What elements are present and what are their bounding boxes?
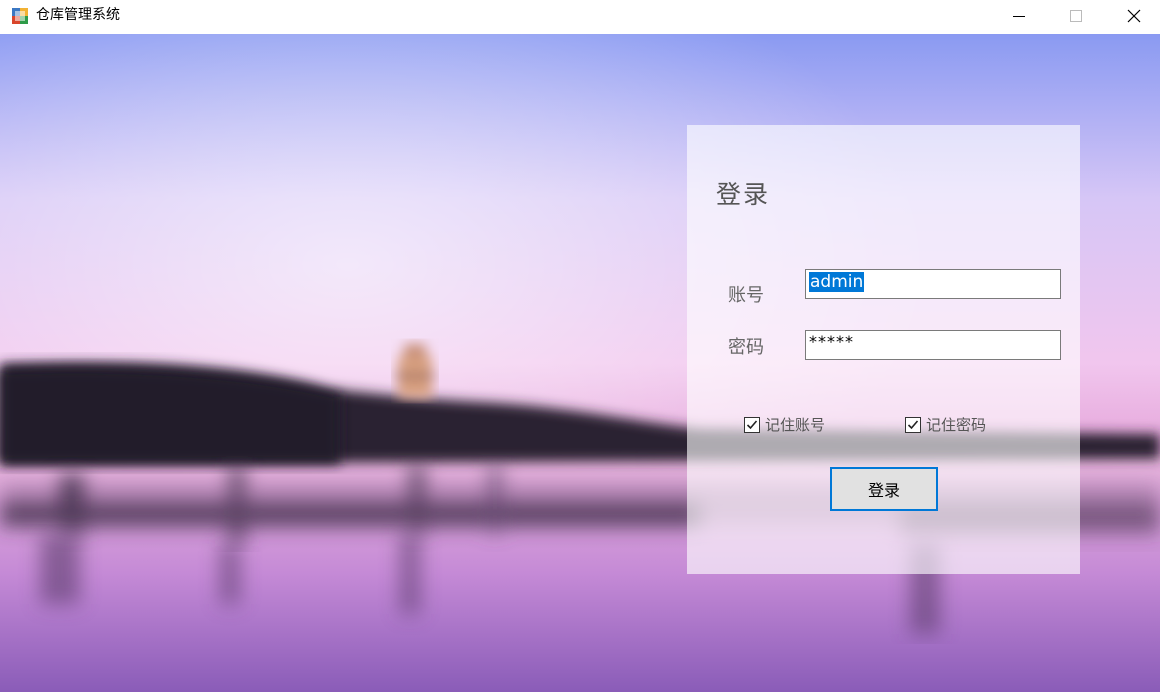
maximize-button[interactable] bbox=[1047, 0, 1105, 32]
checkbox-checked-icon bbox=[905, 416, 921, 433]
password-input[interactable]: ***** bbox=[805, 330, 1061, 360]
close-button[interactable] bbox=[1105, 0, 1160, 32]
title-bar: 仓库管理系统 bbox=[0, 0, 1160, 34]
maximize-icon bbox=[1070, 10, 1082, 22]
login-title: 登录 bbox=[716, 180, 771, 209]
remember-password-checkbox[interactable]: 记住密码 bbox=[905, 414, 986, 435]
close-icon bbox=[1127, 9, 1141, 23]
remember-account-checkbox[interactable]: 记住账号 bbox=[744, 414, 825, 435]
login-button[interactable]: 登录 bbox=[830, 467, 938, 511]
minimize-button[interactable] bbox=[990, 0, 1048, 32]
account-input[interactable]: admin bbox=[805, 269, 1061, 299]
password-label: 密码 bbox=[728, 337, 764, 358]
minimize-icon bbox=[1013, 16, 1025, 17]
account-label: 账号 bbox=[728, 285, 764, 306]
checkbox-checked-icon bbox=[744, 416, 760, 433]
account-value: admin bbox=[809, 272, 865, 292]
window-title: 仓库管理系统 bbox=[36, 7, 120, 23]
app-icon bbox=[11, 7, 29, 25]
password-value: ***** bbox=[809, 332, 854, 351]
remember-password-label: 记住密码 bbox=[926, 416, 987, 434]
remember-account-label: 记住账号 bbox=[765, 416, 826, 434]
login-panel: 登录 账号 admin 密码 ***** 记住账号 记住密码 登录 bbox=[687, 125, 1080, 574]
